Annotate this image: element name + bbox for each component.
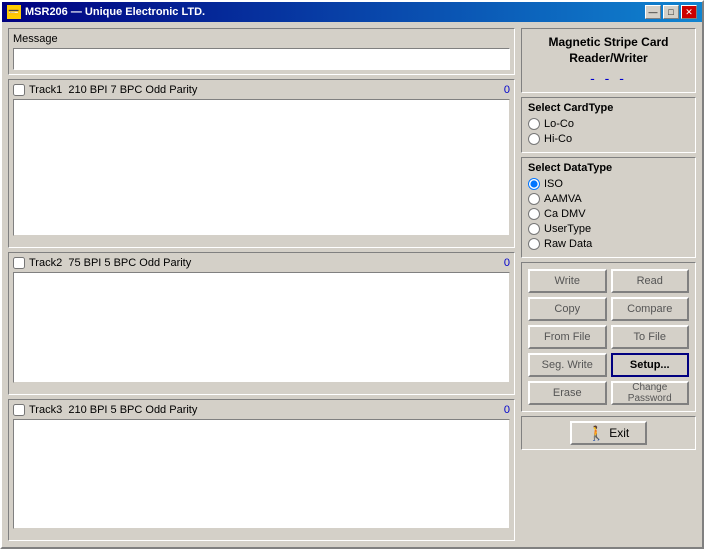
exit-button[interactable]: 🚶 Exit <box>570 421 647 445</box>
radio-hico-input[interactable] <box>528 133 540 145</box>
track3-group: Track3 210 BPI 5 BPC Odd Parity 0 <box>8 399 515 542</box>
setup-button[interactable]: Setup... <box>611 353 690 377</box>
radio-cadmv: Ca DMV <box>528 208 689 220</box>
track1-header: Track1 210 BPI 7 BPC Odd Parity 0 <box>13 84 510 96</box>
write-button[interactable]: Write <box>528 269 607 293</box>
track1-group: Track1 210 BPI 7 BPC Odd Parity 0 <box>8 79 515 248</box>
card-type-group: Select CardType Lo-Co Hi-Co <box>521 97 696 153</box>
radio-aamva-label[interactable]: AAMVA <box>544 193 582 205</box>
reader-info: Magnetic Stripe Card Reader/Writer - - - <box>521 28 696 93</box>
radio-hico-label[interactable]: Hi-Co <box>544 133 572 145</box>
radio-hico: Hi-Co <box>528 133 689 145</box>
radio-loco: Lo-Co <box>528 118 689 130</box>
title-bar: 💳 MSR206 — Unique Electronic LTD. — □ ✕ <box>2 2 702 22</box>
radio-iso: ISO <box>528 178 689 190</box>
exit-label: Exit <box>609 426 629 440</box>
track1-checkbox[interactable] <box>13 84 25 96</box>
track2-header: Track2 75 BPI 5 BPC Odd Parity 0 <box>13 257 510 269</box>
card-type-label: Select CardType <box>528 102 689 114</box>
track1-label: Track1 210 BPI 7 BPC Odd Parity <box>29 84 197 96</box>
radio-usertype-input[interactable] <box>528 223 540 235</box>
track2-checkbox[interactable] <box>13 257 25 269</box>
track2-group: Track2 75 BPI 5 BPC Odd Parity 0 <box>8 252 515 395</box>
track3-header: Track3 210 BPI 5 BPC Odd Parity 0 <box>13 404 510 416</box>
to-file-button[interactable]: To File <box>611 325 690 349</box>
track1-textarea[interactable] <box>13 99 510 236</box>
radio-loco-input[interactable] <box>528 118 540 130</box>
track3-header-left: Track3 210 BPI 5 BPC Odd Parity <box>13 404 197 416</box>
erase-button[interactable]: Erase <box>528 381 607 405</box>
buttons-panel: Write Read Copy Compare From File To Fil… <box>521 262 696 412</box>
minimize-button[interactable]: — <box>645 5 661 19</box>
radio-aamva: AAMVA <box>528 193 689 205</box>
track2-label: Track2 75 BPI 5 BPC Odd Parity <box>29 257 191 269</box>
track3-count: 0 <box>504 404 510 416</box>
seg-write-button[interactable]: Seg. Write <box>528 353 607 377</box>
reader-title: Magnetic Stripe Card Reader/Writer <box>528 35 689 66</box>
radio-aamva-input[interactable] <box>528 193 540 205</box>
right-panel: Magnetic Stripe Card Reader/Writer - - -… <box>521 28 696 541</box>
exit-icon: 🚶 <box>588 425 605 442</box>
radio-cadmv-input[interactable] <box>528 208 540 220</box>
radio-cadmv-label[interactable]: Ca DMV <box>544 208 586 220</box>
radio-usertype-label[interactable]: UserType <box>544 223 591 235</box>
radio-rawdata: Raw Data <box>528 238 689 250</box>
exit-bar: 🚶 Exit <box>521 416 696 450</box>
radio-iso-label[interactable]: ISO <box>544 178 563 190</box>
track1-header-left: Track1 210 BPI 7 BPC Odd Parity <box>13 84 197 96</box>
radio-iso-input[interactable] <box>528 178 540 190</box>
main-window: 💳 MSR206 — Unique Electronic LTD. — □ ✕ … <box>0 0 704 549</box>
radio-usertype: UserType <box>528 223 689 235</box>
title-buttons: — □ ✕ <box>645 5 697 19</box>
radio-loco-label[interactable]: Lo-Co <box>544 118 574 130</box>
change-password-button[interactable]: Change Password <box>611 381 690 405</box>
from-file-button[interactable]: From File <box>528 325 607 349</box>
message-input[interactable] <box>13 48 510 70</box>
close-button[interactable]: ✕ <box>681 5 697 19</box>
read-button[interactable]: Read <box>611 269 690 293</box>
track3-label: Track3 210 BPI 5 BPC Odd Parity <box>29 404 197 416</box>
track2-textarea[interactable] <box>13 272 510 383</box>
window-title: MSR206 — Unique Electronic LTD. <box>25 6 205 18</box>
track1-count: 0 <box>504 84 510 96</box>
app-icon: 💳 <box>7 5 21 19</box>
compare-button[interactable]: Compare <box>611 297 690 321</box>
left-panel: Message Track1 210 BPI 7 BPC Odd Parity … <box>8 28 515 541</box>
message-group: Message <box>8 28 515 75</box>
data-type-label: Select DataType <box>528 162 689 174</box>
track3-checkbox[interactable] <box>13 404 25 416</box>
radio-rawdata-input[interactable] <box>528 238 540 250</box>
track3-textarea[interactable] <box>13 419 510 530</box>
data-type-group: Select DataType ISO AAMVA Ca DMV UserTyp… <box>521 157 696 258</box>
maximize-button[interactable]: □ <box>663 5 679 19</box>
radio-rawdata-label[interactable]: Raw Data <box>544 238 592 250</box>
reader-dashes: - - - <box>528 70 689 86</box>
copy-button[interactable]: Copy <box>528 297 607 321</box>
window-content: Message Track1 210 BPI 7 BPC Odd Parity … <box>2 22 702 547</box>
track2-header-left: Track2 75 BPI 5 BPC Odd Parity <box>13 257 191 269</box>
message-label: Message <box>13 33 510 45</box>
track2-count: 0 <box>504 257 510 269</box>
title-bar-left: 💳 MSR206 — Unique Electronic LTD. <box>7 5 205 19</box>
